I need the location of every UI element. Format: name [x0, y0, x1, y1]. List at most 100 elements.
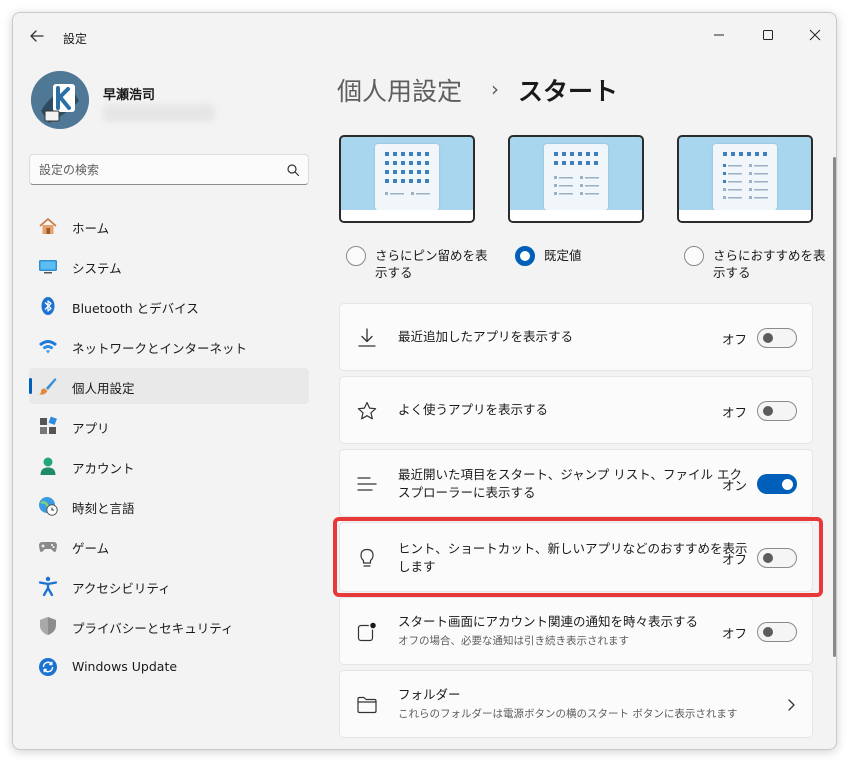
breadcrumb-separator: › — [491, 77, 499, 101]
list-icon — [357, 477, 377, 491]
sidebar-item-privacy[interactable]: プライバシーとセキュリティ — [29, 608, 309, 644]
sidebar-item-accounts[interactable]: アカウント — [29, 448, 309, 484]
setting-recently-opened-items: 最近開いた項目をスタート、ジャンプ リスト、ファイル エク スプローラーに表示す… — [339, 449, 813, 517]
search-box[interactable] — [29, 154, 309, 185]
sidebar-item-accessibility[interactable]: アクセシビリティ — [29, 568, 309, 604]
sidebar-item-label: 時刻と言語 — [72, 501, 135, 516]
sidebar-item-network[interactable]: ネットワークとインターネット — [29, 328, 309, 364]
sidebar-item-label: ホーム — [72, 221, 110, 236]
layout-preview-more-recommendations[interactable] — [677, 135, 813, 223]
minimize-icon — [714, 34, 724, 36]
maximize-icon — [763, 30, 773, 40]
sidebar-item-label: アクセシビリティ — [72, 581, 171, 596]
account-icon — [40, 457, 56, 475]
toggle-knob — [782, 478, 793, 490]
back-button[interactable] — [27, 27, 47, 45]
notification-icon — [357, 621, 378, 642]
sidebar-item-home[interactable]: ホーム — [29, 208, 309, 244]
radio-more-recommendations[interactable] — [684, 246, 704, 266]
page-title: スタート — [518, 77, 619, 106]
search-input[interactable] — [39, 161, 274, 179]
setting-title: スタート画面にアカウント関連の通知を時々表示する — [398, 614, 699, 629]
setting-recently-added-apps: 最近追加したアプリを表示する オフ — [339, 303, 813, 371]
settings-window: 設定 早瀬浩司 ホーム — [12, 12, 837, 750]
bluetooth-icon — [41, 297, 55, 315]
setting-folders[interactable]: フォルダー これらのフォルダーは電源ボタンの横のスタート ボタンに表示されます — [339, 670, 813, 738]
user-avatar-image — [31, 71, 89, 129]
minimize-button[interactable] — [697, 19, 741, 51]
gamepad-icon — [39, 542, 57, 552]
layout-preview-more-pins[interactable] — [339, 135, 475, 223]
highlight-annotation — [333, 517, 823, 597]
toggle-state-label: オフ — [722, 405, 748, 420]
toggle-state-label: オフ — [722, 332, 748, 347]
setting-description: これらのフォルダーは電源ボタンの横のスタート ボタンに表示されます — [398, 708, 738, 720]
layout-preview-default[interactable] — [508, 135, 644, 223]
start-menu-preview — [544, 144, 608, 210]
system-icon — [39, 260, 57, 274]
time-language-icon — [39, 497, 58, 516]
breadcrumb-parent[interactable]: 個人用設定 — [337, 72, 462, 108]
folder-icon — [357, 696, 377, 714]
pinned-grid-icon — [385, 152, 430, 195]
shield-icon — [40, 617, 56, 635]
search-icon[interactable] — [286, 163, 300, 177]
toggle-knob — [763, 406, 773, 416]
radio-label-more-pins: さらにピン留めを表 示する — [375, 248, 488, 280]
arrow-left-icon — [30, 30, 44, 42]
recommendations-grid-icon — [723, 152, 768, 199]
toggle-state-label: オン — [722, 478, 748, 493]
toggle-recently-added-apps[interactable] — [757, 328, 797, 348]
sidebar-item-label: アプリ — [72, 421, 110, 436]
wifi-icon — [39, 340, 57, 354]
app-title: 設定 — [63, 32, 88, 46]
sidebar-item-label: システム — [72, 261, 122, 276]
radio-more-pins[interactable] — [346, 246, 366, 266]
active-indicator — [29, 378, 32, 394]
avatar[interactable] — [31, 71, 89, 129]
start-menu-preview — [713, 144, 777, 210]
setting-title: よく使うアプリを表示する — [398, 402, 549, 417]
sidebar-item-label: 個人用設定 — [72, 381, 135, 396]
accessibility-icon — [38, 576, 58, 596]
user-email-redacted — [103, 104, 215, 122]
sidebar-item-system[interactable]: システム — [29, 248, 309, 284]
sidebar-item-label: プライバシーとセキュリティ — [72, 621, 234, 636]
sidebar-item-windows-update[interactable]: Windows Update — [29, 649, 309, 685]
maximize-button[interactable] — [746, 19, 790, 51]
sidebar-item-apps[interactable]: アプリ — [29, 408, 309, 444]
toggle-state-label: オフ — [722, 626, 748, 641]
sidebar-item-gaming[interactable]: ゲーム — [29, 528, 309, 564]
setting-description: オフの場合、必要な通知は引き続き表示されます — [398, 635, 629, 647]
scrollbar[interactable] — [833, 157, 836, 657]
toggle-most-used-apps[interactable] — [757, 401, 797, 421]
toggle-knob — [763, 333, 773, 343]
sidebar-item-label: アカウント — [72, 461, 135, 476]
toggle-account-notifications[interactable] — [757, 622, 797, 642]
star-icon — [357, 401, 377, 420]
sidebar-item-time-language[interactable]: 時刻と言語 — [29, 488, 309, 524]
close-button[interactable] — [793, 19, 836, 51]
radio-label-default: 既定値 — [544, 248, 582, 263]
sidebar-item-label: Windows Update — [72, 659, 178, 674]
close-icon — [809, 29, 821, 41]
update-icon — [39, 658, 57, 676]
apps-icon — [40, 416, 57, 434]
toggle-knob — [763, 627, 773, 637]
home-icon — [39, 218, 57, 234]
start-menu-preview — [375, 144, 439, 210]
taskbar-preview — [510, 210, 642, 221]
radio-label-more-recommendations: さらにおすすめを表 示する — [713, 248, 826, 280]
user-name: 早瀬浩司 — [103, 88, 156, 103]
setting-most-used-apps: よく使うアプリを表示する オフ — [339, 376, 813, 444]
download-icon — [358, 328, 376, 347]
radio-default[interactable] — [515, 246, 535, 266]
setting-title: 最近追加したアプリを表示する — [398, 329, 574, 344]
chevron-right-icon — [788, 699, 795, 711]
toggle-recently-opened-items[interactable] — [757, 474, 797, 494]
sidebar-item-personalization[interactable]: 個人用設定 — [29, 368, 309, 404]
brush-icon — [39, 378, 57, 395]
sidebar-item-bluetooth[interactable]: Bluetooth とデバイス — [29, 288, 309, 324]
setting-title: フォルダー — [398, 687, 461, 702]
sidebar-item-label: Bluetooth とデバイス — [72, 301, 199, 316]
